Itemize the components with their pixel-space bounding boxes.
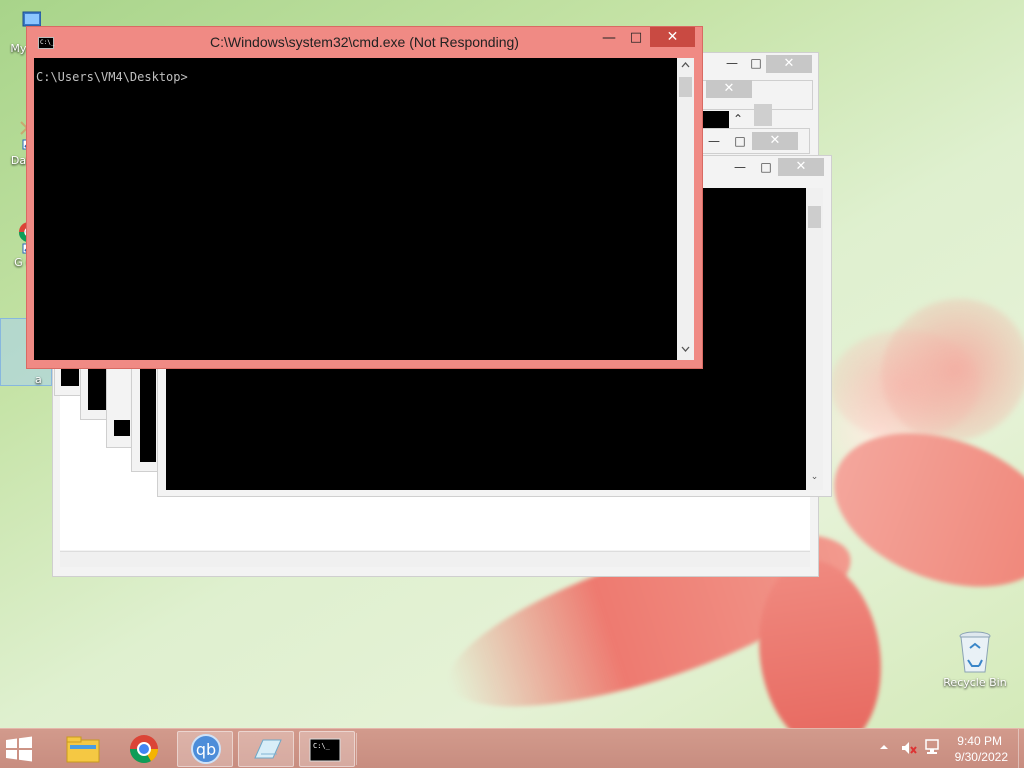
console-area[interactable]: C:\Users\VM4\Desktop> bbox=[34, 58, 677, 360]
chrome-icon bbox=[130, 735, 158, 763]
background-close-button[interactable]: ✕ bbox=[778, 158, 824, 176]
taskbar-chrome[interactable] bbox=[116, 731, 172, 767]
qbittorrent-label: qb bbox=[196, 740, 216, 759]
background-maximize-button[interactable]: □ bbox=[756, 160, 776, 174]
background-scroll-down[interactable]: ⌄ bbox=[806, 472, 823, 482]
background-scroll-thumb[interactable] bbox=[808, 206, 821, 228]
desktop-icon-label: Recycle Bin bbox=[943, 676, 1007, 689]
background-window-black bbox=[703, 111, 729, 129]
network-icon bbox=[925, 739, 939, 754]
maximize-button[interactable]: □ bbox=[626, 29, 646, 49]
minimize-button[interactable]: — bbox=[599, 29, 619, 49]
chevron-down-icon bbox=[681, 346, 690, 352]
background-console-scrollbar[interactable]: ⌄ bbox=[806, 188, 823, 490]
background-minimize-button[interactable]: — bbox=[706, 134, 722, 148]
background-scroll-up[interactable]: ⌃ bbox=[730, 112, 746, 126]
taskbar-separator bbox=[356, 733, 358, 765]
scroll-up-button[interactable] bbox=[677, 58, 694, 75]
title-bar[interactable]: C:\_ C:\Windows\system32\cmd.exe (Not Re… bbox=[27, 27, 702, 58]
background-maximize-button[interactable]: □ bbox=[746, 56, 766, 70]
notepad-icon bbox=[254, 739, 282, 759]
triangle-up-icon bbox=[880, 745, 888, 749]
cmd-icon: C:\_ bbox=[309, 738, 341, 762]
background-close-button[interactable]: ✕ bbox=[706, 80, 752, 98]
background-minimize-button[interactable]: — bbox=[722, 56, 742, 70]
volume-muted-icon bbox=[902, 742, 917, 754]
recycle-bin-icon bbox=[959, 631, 991, 673]
background-console-fragment bbox=[61, 366, 79, 386]
desktop-icon-label: a bbox=[35, 373, 42, 386]
taskbar-file-explorer[interactable] bbox=[56, 731, 112, 767]
background-close-button[interactable]: ✕ bbox=[766, 55, 812, 73]
taskbar: qb C:\_ 9:40 PM 9/30/2022 bbox=[0, 728, 1024, 768]
background-scroll-track bbox=[754, 104, 772, 126]
clock-time[interactable]: 9:40 PM bbox=[957, 734, 1002, 748]
background-window-hscroll bbox=[60, 551, 810, 567]
scroll-down-button[interactable] bbox=[677, 342, 694, 359]
clock-date[interactable]: 9/30/2022 bbox=[955, 750, 1008, 764]
taskbar-qbittorrent[interactable]: qb bbox=[177, 731, 233, 767]
start-icon bbox=[6, 736, 32, 762]
console-prompt: C:\Users\VM4\Desktop> bbox=[36, 70, 188, 84]
show-hidden-icons-arrow[interactable] bbox=[879, 741, 889, 755]
desktop-icon-recycle-bin[interactable]: Recycle Bin bbox=[942, 630, 1008, 689]
close-button[interactable]: ✕ bbox=[650, 27, 695, 47]
file-explorer-icon bbox=[66, 736, 100, 763]
taskbar-cmd[interactable]: C:\_ bbox=[299, 731, 355, 767]
system-tray: 9:40 PM 9/30/2022 bbox=[864, 729, 1024, 768]
network-button[interactable] bbox=[924, 738, 942, 759]
cmd-window[interactable]: C:\_ C:\Windows\system32\cmd.exe (Not Re… bbox=[26, 26, 703, 369]
background-close-button[interactable]: ✕ bbox=[752, 132, 798, 150]
qbittorrent-icon: qb bbox=[191, 734, 221, 764]
taskbar-notepad[interactable] bbox=[238, 731, 294, 767]
vertical-scrollbar[interactable] bbox=[677, 58, 694, 360]
chevron-up-icon bbox=[681, 62, 690, 68]
background-maximize-button[interactable]: □ bbox=[732, 134, 748, 148]
start-button[interactable] bbox=[4, 735, 42, 763]
background-console-fragment bbox=[114, 420, 130, 436]
scroll-thumb[interactable] bbox=[679, 77, 692, 97]
background-minimize-button[interactable]: — bbox=[730, 160, 750, 174]
volume-button[interactable] bbox=[900, 739, 918, 760]
cmd-icon-text: C:\_ bbox=[313, 742, 331, 750]
show-desktop-button[interactable] bbox=[1018, 729, 1024, 768]
background-console-fragment bbox=[140, 368, 156, 462]
